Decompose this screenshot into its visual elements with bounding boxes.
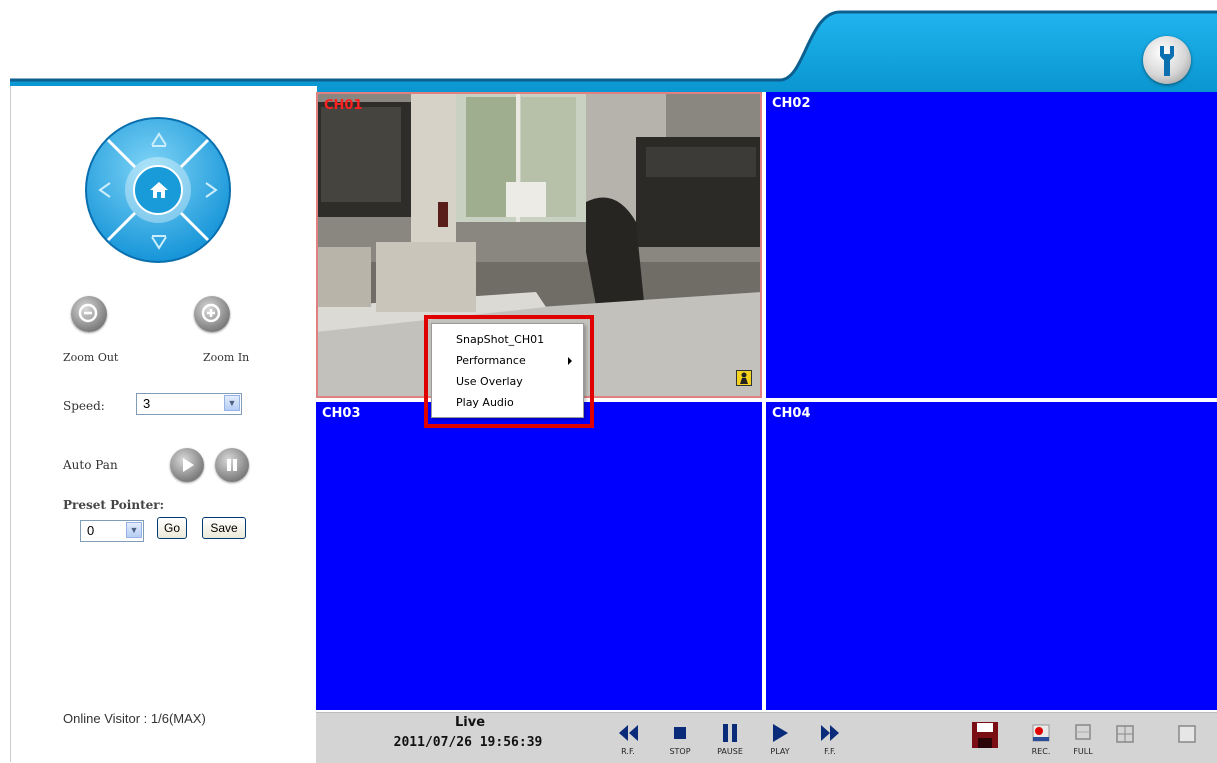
home-icon	[150, 182, 168, 198]
menu-item-snapshot[interactable]: SnapShot_CH01	[456, 331, 544, 349]
wrench-icon	[1160, 46, 1174, 76]
record-button[interactable]: REC.	[1024, 719, 1058, 759]
zoom-in-icon	[201, 303, 221, 323]
mode-text: Live	[454, 715, 486, 730]
pause-label: PAUSE	[717, 747, 743, 756]
floppy-disk-icon	[972, 722, 998, 748]
quad-view-button[interactable]	[1116, 725, 1134, 743]
overlay-icon[interactable]	[736, 370, 752, 386]
chevron-down-icon: ▼	[224, 395, 240, 411]
header-bar	[10, 10, 1217, 92]
rewind-button[interactable]: R.F.	[611, 719, 645, 759]
save-video-button[interactable]	[971, 721, 999, 749]
pause-button[interactable]: PAUSE	[713, 719, 747, 759]
channel-label: CH01	[324, 98, 363, 113]
settings-button[interactable]	[1143, 36, 1191, 84]
full-screen-button[interactable]: FULL	[1066, 719, 1100, 759]
stop-button[interactable]: STOP	[663, 719, 697, 759]
zoom-out-label: Zoom Out	[63, 351, 119, 364]
submenu-arrow-icon	[568, 357, 572, 365]
auto-pan-stop-button[interactable]	[215, 448, 249, 482]
video-tile-ch03[interactable]: CH03	[316, 402, 762, 710]
playback-toolbar: Live 2011/07/26 19:56:39 R.F. STOP PAUSE…	[316, 712, 1217, 763]
chevron-down-icon: ▼	[126, 522, 142, 538]
rf-label: R.F.	[621, 747, 635, 756]
preset-pointer-label: Preset Pointer:	[63, 498, 165, 512]
rec-label: REC.	[1031, 747, 1051, 756]
pause-icon	[227, 459, 237, 471]
rewind-icon	[619, 725, 638, 741]
online-visitor-text: Online Visitor : 1/6(MAX)	[63, 711, 206, 726]
full-label: FULL	[1073, 747, 1093, 756]
video-tile-ch04[interactable]: CH04	[766, 402, 1217, 710]
fast-forward-button[interactable]: F.F.	[813, 719, 847, 759]
channel-label: CH04	[772, 406, 811, 421]
preset-value: 0	[87, 523, 95, 538]
menu-item-performance[interactable]: Performance	[456, 352, 526, 370]
preset-go-button[interactable]: Go	[157, 517, 187, 539]
speed-select[interactable]: 3 ▼	[136, 393, 242, 415]
menu-item-play-audio[interactable]: Play Audio	[456, 394, 514, 412]
grid-four-icon	[1116, 725, 1134, 743]
record-icon	[1032, 724, 1050, 742]
video-tile-ch02[interactable]: CH02	[766, 92, 1217, 398]
ff-label: F.F.	[824, 747, 836, 756]
zoom-out-icon	[78, 303, 98, 323]
single-screen-icon	[1178, 725, 1196, 743]
stop-label: STOP	[669, 747, 691, 756]
stop-icon	[674, 727, 686, 739]
ptz-home-button[interactable]	[147, 178, 171, 202]
zoom-in-button[interactable]	[194, 296, 230, 332]
pan-up-button[interactable]	[149, 130, 169, 150]
channel-label: CH02	[772, 96, 811, 111]
speed-label: Speed:	[63, 399, 105, 413]
ptz-panel: Zoom Out Zoom In Speed: 3 ▼ Auto Pan Pre…	[10, 86, 317, 762]
context-menu: SnapShot_CH01 Performance Use Overlay Pl…	[431, 323, 584, 418]
datetime-text: 2011/07/26 19:56:39	[393, 735, 543, 750]
play-icon	[773, 724, 788, 742]
preset-select[interactable]: 0 ▼	[80, 520, 144, 542]
play-label: PLAY	[770, 747, 790, 756]
zoom-in-label: Zoom In	[203, 351, 250, 364]
auto-pan-label: Auto Pan	[63, 458, 118, 472]
arrow-left-icon	[98, 182, 111, 198]
pan-down-button[interactable]	[149, 232, 169, 252]
arrow-up-icon	[151, 132, 167, 147]
menu-item-use-overlay[interactable]: Use Overlay	[456, 373, 523, 391]
auto-pan-play-button[interactable]	[170, 448, 204, 482]
arrow-down-icon	[151, 235, 167, 250]
person-icon	[740, 372, 748, 384]
speed-value: 3	[143, 396, 151, 411]
pan-right-button[interactable]	[201, 180, 221, 200]
channel-label: CH03	[322, 406, 361, 421]
zoom-out-button[interactable]	[71, 296, 107, 332]
fast-forward-icon	[821, 725, 839, 741]
full-screen-icon	[1075, 724, 1091, 740]
play-icon	[183, 458, 194, 472]
arrow-right-icon	[205, 182, 218, 198]
single-view-button[interactable]	[1178, 725, 1196, 743]
pan-left-button[interactable]	[95, 180, 115, 200]
play-button[interactable]: PLAY	[763, 719, 797, 759]
pause-icon	[723, 724, 737, 742]
preset-save-button[interactable]: Save	[202, 517, 246, 539]
